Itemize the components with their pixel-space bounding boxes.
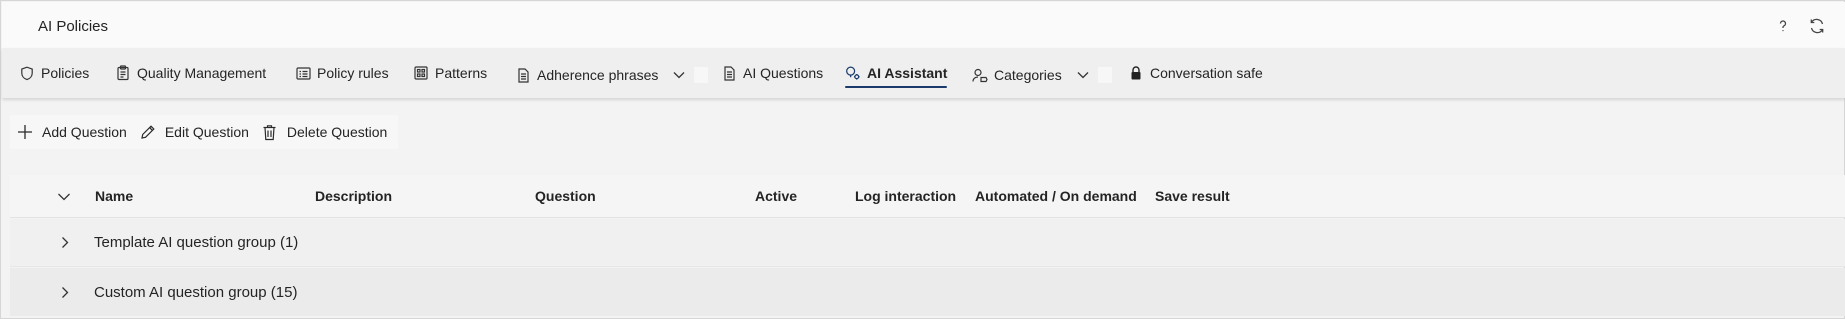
tab-adherence-phrases[interactable]: Adherence phrases [515,50,709,100]
column-header-question[interactable]: Question [535,188,596,204]
page-title: AI Policies [38,18,109,35]
tab-patterns[interactable]: Patterns [413,48,487,98]
column-header-automated-on-demand[interactable]: Automated / On demand [975,188,1137,204]
dropdown-spacer [694,67,709,83]
title-actions [1773,16,1827,36]
tab-label: Policy rules [317,65,389,81]
help-icon[interactable] [1773,16,1793,36]
column-header-name[interactable]: Name [95,188,133,204]
tab-label: AI Questions [743,65,824,81]
document-icon [515,67,531,83]
tab-conversation-safe[interactable]: Conversation safe [1128,48,1263,98]
grid-header: Name Description Question Active Log int… [10,175,1845,218]
tab-ai-assistant[interactable]: AI Assistant [845,48,948,98]
group-row-label: Custom AI question group (15) [94,283,298,301]
title-bar: AI Policies [2,2,1845,48]
person-tag-icon [972,67,988,83]
tab-label: Policies [41,65,90,81]
column-header-active[interactable]: Active [755,188,797,204]
clipboard-icon [115,65,131,81]
column-header-save-result[interactable]: Save result [1155,188,1230,204]
delete-question-label: Delete Question [286,124,388,140]
edit-question-button[interactable]: Edit Question [133,115,255,149]
document-icon [721,65,737,81]
pencil-icon [139,123,157,141]
add-question-label: Add Question [42,124,127,140]
tab-label: Adherence phrases [537,67,659,83]
tab-ai-questions[interactable]: AI Questions [721,48,823,98]
chevron-right-icon[interactable] [57,284,73,300]
tab-categories[interactable]: Categories [972,50,1112,100]
add-question-button[interactable]: Add Question [10,115,133,149]
tab-label: Quality Management [137,65,267,81]
chevron-down-icon[interactable] [668,71,690,79]
chevron-down-icon[interactable] [1072,71,1094,79]
people-sparkle-icon [845,65,861,81]
tab-policy-rules[interactable]: Policy rules [295,48,389,98]
column-header-description[interactable]: Description [315,188,392,204]
refresh-icon[interactable] [1807,16,1827,36]
collapse-all-chevron-icon[interactable] [57,189,73,205]
group-row-label: Template AI question group (1) [94,234,299,251]
group-row-custom[interactable]: Custom AI question group (15) [10,268,1845,316]
dropdown-spacer [1097,67,1112,83]
edit-question-label: Edit Question [164,124,249,140]
app-frame: AI Policies Policies Quality Management … [0,0,1845,319]
list-card-icon [295,65,311,81]
group-row-template[interactable]: Template AI question group (1) [10,219,1845,267]
add-icon [16,123,34,141]
tab-bar: Policies Quality Management Policy rules… [2,48,1845,98]
tab-label: Categories [994,67,1062,83]
tab-label: AI Assistant [867,65,948,81]
command-bar: Add Question Edit Question Delete Questi… [10,115,398,149]
tab-label: Conversation safe [1150,65,1263,81]
column-header-log-interaction[interactable]: Log interaction [855,188,956,204]
chevron-right-icon[interactable] [57,235,73,251]
lock-icon [1128,65,1144,81]
shield-icon [19,65,35,81]
tab-quality-management[interactable]: Quality Management [115,48,266,98]
pattern-grid-icon [413,65,429,81]
trash-icon [261,123,279,141]
tab-label: Patterns [435,65,488,81]
tab-policies[interactable]: Policies [19,48,89,98]
delete-question-button[interactable]: Delete Question [255,115,393,149]
